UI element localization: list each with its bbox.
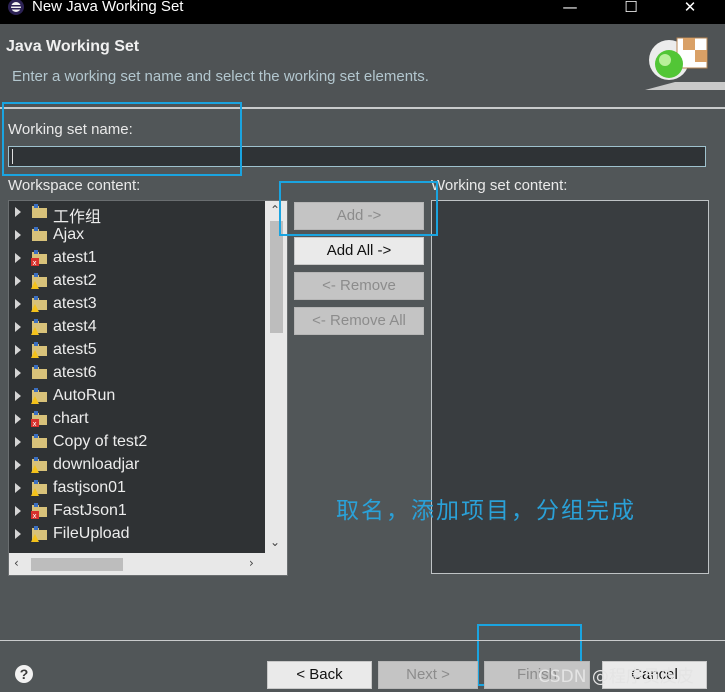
tree-item[interactable]: Copy of test2 xyxy=(9,431,265,454)
page-description: Enter a working set name and select the … xyxy=(12,68,429,85)
eclipse-app-icon xyxy=(8,0,24,15)
workspace-content-label: Workspace content: xyxy=(8,177,141,194)
highlight-box-name xyxy=(2,102,242,176)
expand-arrow-icon[interactable] xyxy=(15,230,21,240)
tree-item-label: chart xyxy=(53,410,89,427)
scroll-down-icon[interactable]: ⌄ xyxy=(270,535,280,549)
annotation-text: 取名，添加项目，分组完成 xyxy=(336,498,636,524)
expand-arrow-icon[interactable] xyxy=(15,299,21,309)
window-title: New Java Working Set xyxy=(32,0,184,15)
tree-item[interactable]: x FastJson1 xyxy=(9,500,265,523)
tree-item-label: Ajax xyxy=(53,226,85,243)
tree-vertical-scrollbar[interactable]: ⌃ ⌄ xyxy=(265,201,287,553)
expand-arrow-icon[interactable] xyxy=(15,368,21,378)
project-error-icon: x xyxy=(31,503,47,519)
project-folder-icon xyxy=(32,365,47,379)
project-warning-icon xyxy=(31,296,47,312)
remove-all-button[interactable]: <- Remove All xyxy=(294,307,424,335)
footer-separator xyxy=(0,640,725,641)
back-button[interactable]: < Back xyxy=(267,661,372,689)
project-warning-icon xyxy=(31,319,47,335)
tree-item-label: atest2 xyxy=(53,272,97,289)
tree-item[interactable]: 工作组 xyxy=(9,201,265,226)
project-warning-icon xyxy=(31,526,47,542)
remove-button[interactable]: <- Remove xyxy=(294,272,424,300)
expand-arrow-icon[interactable] xyxy=(15,276,21,286)
tree-horizontal-scrollbar[interactable]: ‹ › xyxy=(9,553,287,575)
title-bar: New Java Working Set — ☐ ✕ xyxy=(0,0,725,24)
tree-item-label: atest4 xyxy=(53,318,97,335)
svg-text:x: x xyxy=(33,512,37,519)
expand-arrow-icon[interactable] xyxy=(15,414,21,424)
help-icon[interactable]: ? xyxy=(15,665,33,683)
expand-arrow-icon[interactable] xyxy=(15,483,21,493)
maximize-button[interactable]: ☐ xyxy=(608,0,654,18)
scroll-right-icon[interactable]: › xyxy=(249,556,254,570)
minimize-button[interactable]: — xyxy=(547,0,593,18)
expand-arrow-icon[interactable] xyxy=(15,460,21,470)
watermark: CSDN @程序员皮皮 xyxy=(538,667,694,687)
project-warning-icon xyxy=(31,388,47,404)
svg-text:x: x xyxy=(33,420,37,427)
expand-arrow-icon[interactable] xyxy=(15,253,21,263)
expand-arrow-icon[interactable] xyxy=(15,322,21,332)
project-warning-icon xyxy=(31,457,47,473)
add-all-button[interactable]: Add All -> xyxy=(294,237,424,265)
tree-item[interactable]: atest2 xyxy=(9,270,265,293)
scroll-left-icon[interactable]: ‹ xyxy=(14,556,19,570)
project-folder-icon xyxy=(32,204,47,218)
expand-arrow-icon[interactable] xyxy=(15,207,21,217)
tree-item-label: atest3 xyxy=(53,295,97,312)
dialog-header: Java Working Set Enter a working set nam… xyxy=(0,24,725,108)
project-error-icon: x xyxy=(31,411,47,427)
project-warning-icon xyxy=(31,273,47,289)
tree-item-label: AutoRun xyxy=(53,387,116,404)
expand-arrow-icon[interactable] xyxy=(15,529,21,539)
working-set-banner-icon xyxy=(645,37,725,90)
tree-item-label: Copy of test2 xyxy=(53,433,148,450)
tree-item[interactable]: Ajax xyxy=(9,224,265,247)
vertical-scroll-thumb[interactable] xyxy=(270,221,283,333)
tree-item-label: FastJson1 xyxy=(53,502,127,519)
tree-item[interactable]: atest5 xyxy=(9,339,265,362)
page-title: Java Working Set xyxy=(6,38,140,55)
tree-item-label: FileUpload xyxy=(53,525,130,542)
tree-item-label: atest6 xyxy=(53,364,97,381)
working-set-content-label: Working set content: xyxy=(431,177,568,194)
tree-item-label: atest1 xyxy=(53,249,97,266)
tree-item-label: downloadjar xyxy=(53,456,140,473)
project-folder-icon xyxy=(32,434,47,448)
close-button[interactable]: ✕ xyxy=(667,0,713,18)
horizontal-scroll-thumb[interactable] xyxy=(31,558,123,571)
tree-item[interactable]: FileUpload xyxy=(9,523,265,546)
tree-item[interactable]: x atest1 xyxy=(9,247,265,270)
highlight-box-add xyxy=(279,181,438,236)
expand-arrow-icon[interactable] xyxy=(15,506,21,516)
tree-item[interactable]: AutoRun xyxy=(9,385,265,408)
tree-item[interactable]: downloadjar xyxy=(9,454,265,477)
tree-item-label: atest5 xyxy=(53,341,97,358)
expand-arrow-icon[interactable] xyxy=(15,391,21,401)
tree-item[interactable]: fastjson01 xyxy=(9,477,265,500)
tree-item[interactable]: atest6 xyxy=(9,362,265,385)
next-button[interactable]: Next > xyxy=(378,661,478,689)
workspace-tree[interactable]: 工作组 Ajax x atest1 atest2 atest3 atest4 a… xyxy=(8,200,288,576)
tree-item[interactable]: atest3 xyxy=(9,293,265,316)
tree-item[interactable]: atest4 xyxy=(9,316,265,339)
expand-arrow-icon[interactable] xyxy=(15,345,21,355)
project-folder-icon xyxy=(32,227,47,241)
svg-text:x: x xyxy=(33,259,37,266)
expand-arrow-icon[interactable] xyxy=(15,437,21,447)
project-warning-icon xyxy=(31,342,47,358)
tree-item-label: fastjson01 xyxy=(53,479,126,496)
tree-item[interactable]: x chart xyxy=(9,408,265,431)
project-error-icon: x xyxy=(31,250,47,266)
project-warning-icon xyxy=(31,480,47,496)
